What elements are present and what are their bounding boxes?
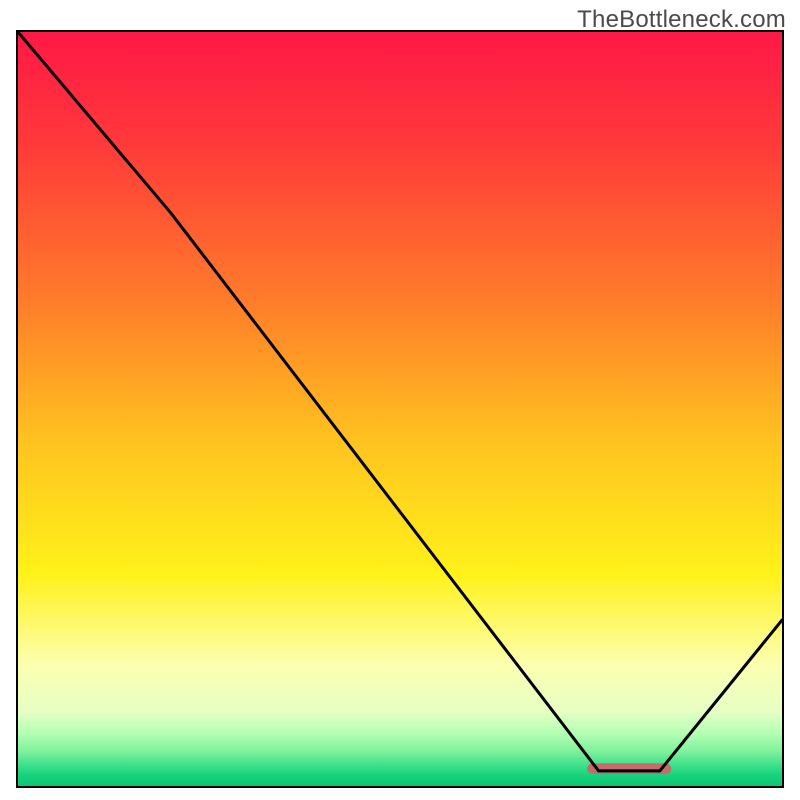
chart-area <box>16 30 784 788</box>
chart-svg <box>18 32 782 786</box>
chart-background <box>18 32 782 786</box>
